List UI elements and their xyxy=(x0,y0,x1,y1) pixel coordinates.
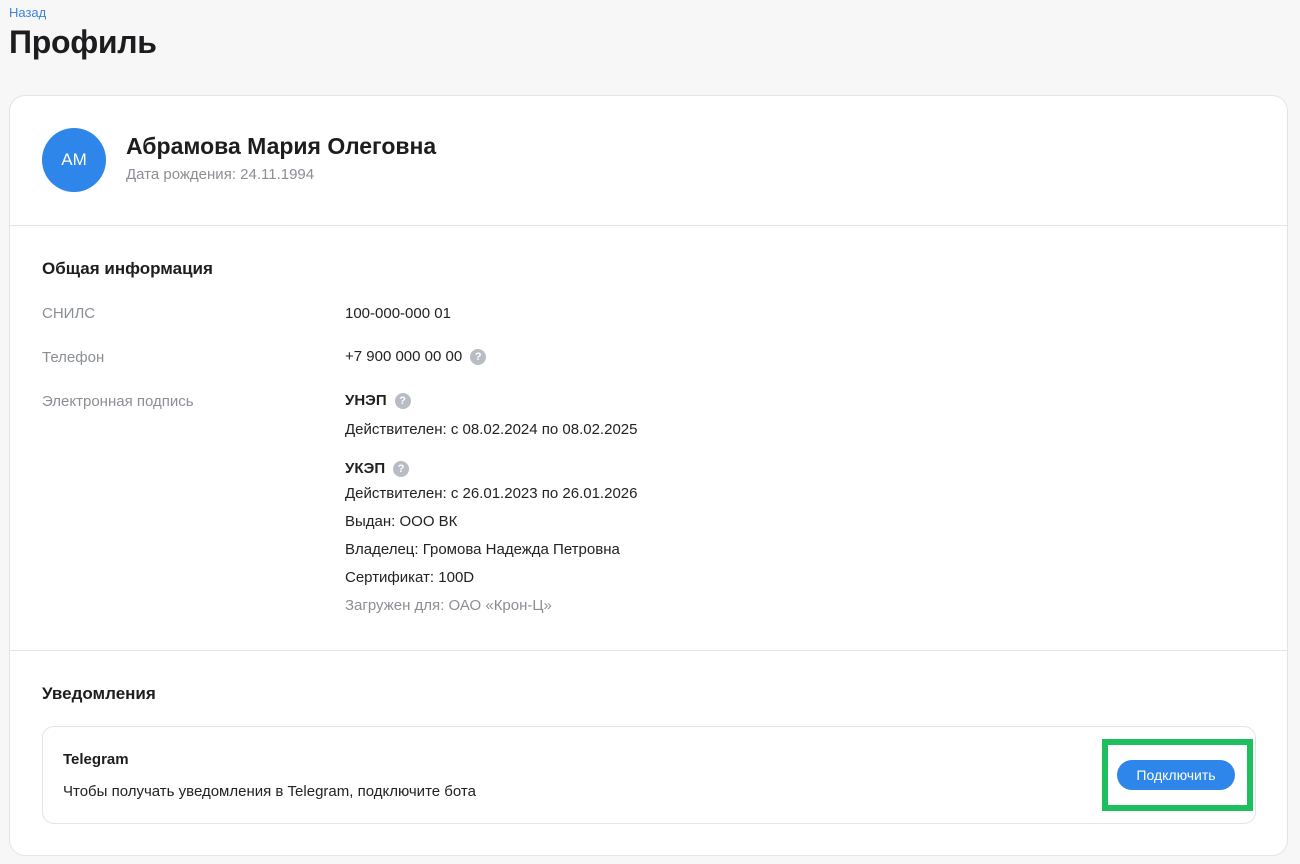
ukep-validity-text: Действителен: с 26.01.2023 по 26.01.2026 xyxy=(345,485,638,502)
birth-date: Дата рождения: 24.11.1994 xyxy=(126,166,315,183)
ukep-uploaded-for: Загружен для: ОАО «Крон-Ц» xyxy=(345,597,552,614)
telegram-description: Чтобы получать уведомления в Telegram, п… xyxy=(63,783,476,800)
unep-validity-text: Действителен: с 08.02.2024 по 08.02.2025 xyxy=(345,421,638,438)
phone-value: +7 900 000 00 00 ? xyxy=(345,348,487,365)
ukep-issuer: Выдан: ООО ВК xyxy=(345,513,457,530)
unep-name: УНЭП xyxy=(345,392,387,409)
avatar: АМ xyxy=(42,128,106,192)
avatar-initials: АМ xyxy=(61,150,87,169)
ukep-name: УКЭП xyxy=(345,460,386,477)
ukep-certificate-text: Сертификат: 100D xyxy=(345,569,475,586)
profile-header: АМ Абрамова Мария Олеговна Дата рождения… xyxy=(10,96,1287,226)
page-title: Профиль xyxy=(9,24,157,60)
phone-text: +7 900 000 00 00 xyxy=(345,348,463,365)
ukep-help-icon[interactable]: ? xyxy=(393,460,410,477)
unep-heading: УНЭП ? xyxy=(345,392,411,409)
snils-text: 100-000-000 01 xyxy=(345,305,451,322)
snils-label: СНИЛС xyxy=(42,305,96,322)
ukep-heading: УКЭП ? xyxy=(345,460,410,477)
ukep-certificate: Сертификат: 100D xyxy=(345,569,474,586)
unep-validity: Действителен: с 08.02.2024 по 08.02.2025 xyxy=(345,421,637,438)
phone-label: Телефон xyxy=(42,349,105,366)
user-name: Абрамова Мария Олеговна xyxy=(126,133,437,159)
ukep-owner-text: Владелец: Громова Надежда Петровна xyxy=(345,541,620,558)
ukep-issuer-text: Выдан: ООО ВК xyxy=(345,513,458,530)
ukep-uploaded-for-text: Загружен для: ОАО «Крон-Ц» xyxy=(345,597,552,614)
telegram-notification-block: Telegram Чтобы получать уведомления в Te… xyxy=(42,726,1256,824)
connect-telegram-button[interactable]: Подключить xyxy=(1117,760,1235,790)
phone-help-icon[interactable]: ? xyxy=(470,348,487,365)
general-info-title: Общая информация xyxy=(42,259,213,278)
unep-help-icon[interactable]: ? xyxy=(394,392,411,409)
back-link[interactable]: Назад xyxy=(9,5,46,20)
signature-label: Электронная подпись xyxy=(42,393,194,410)
snils-value: 100-000-000 01 xyxy=(345,305,451,322)
profile-card: АМ Абрамова Мария Олеговна Дата рождения… xyxy=(9,95,1288,856)
notifications-title: Уведомления xyxy=(42,684,156,703)
ukep-validity: Действителен: с 26.01.2023 по 26.01.2026 xyxy=(345,485,637,502)
ukep-owner: Владелец: Громова Надежда Петровна xyxy=(345,541,620,558)
telegram-title: Telegram xyxy=(63,751,129,768)
general-info-section: Общая информация СНИЛС 100-000-000 01 Те… xyxy=(10,225,1287,651)
